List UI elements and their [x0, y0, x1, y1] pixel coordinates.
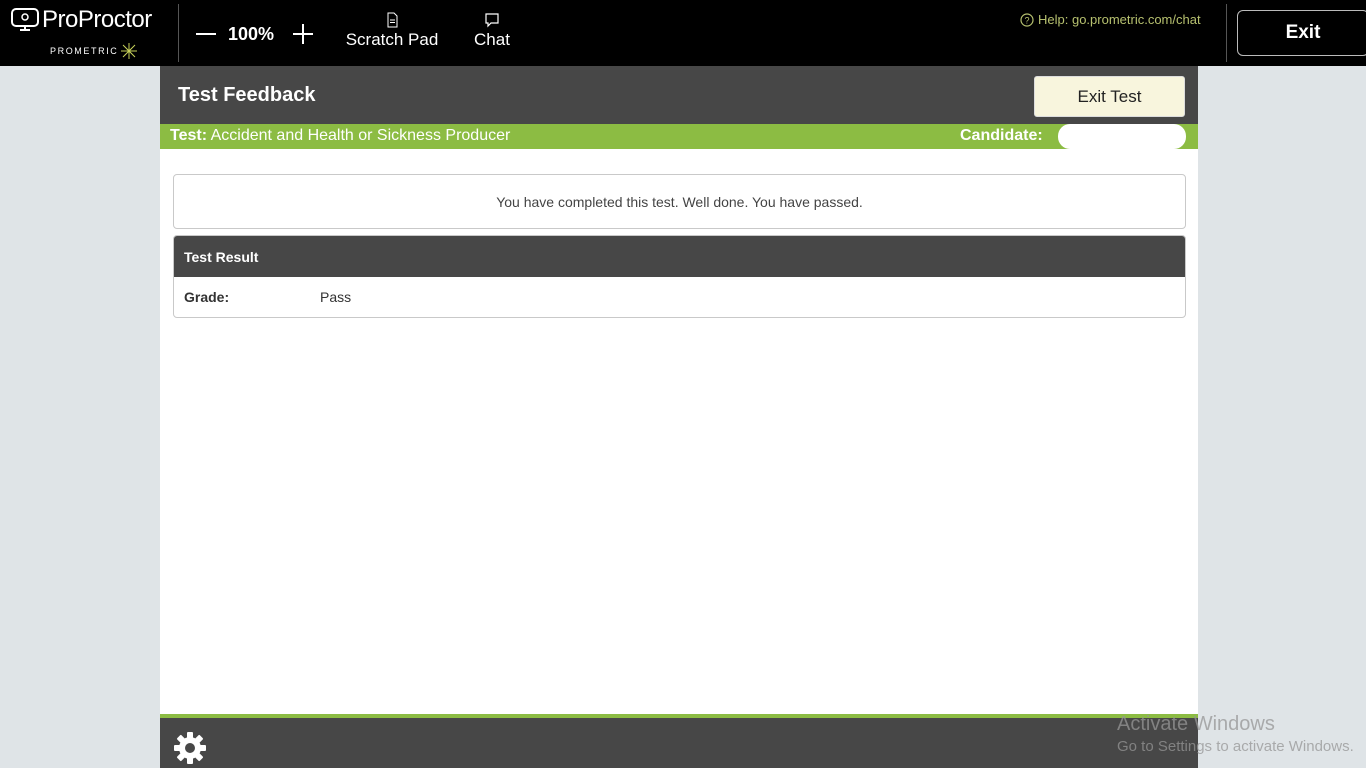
help-link[interactable]: ? Help: go.prometric.com/chat: [1020, 12, 1201, 27]
toolbar-divider: [1226, 4, 1227, 62]
chat-bubble-icon: [485, 13, 499, 28]
chat-button[interactable]: Chat: [466, 12, 518, 50]
panel-footer: [160, 714, 1198, 768]
test-label: Test:: [170, 127, 208, 144]
proproctor-logo: ProProctor™ PROMETRIC: [0, 0, 176, 66]
grade-label: Grade:: [184, 289, 230, 305]
help-text: Help: go.prometric.com/chat: [1038, 12, 1201, 27]
test-info-bar: Test: Accident and Health or Sickness Pr…: [160, 124, 1198, 149]
exit-button[interactable]: Exit: [1237, 10, 1366, 56]
top-toolbar: ProProctor™ PROMETRIC 100% S: [0, 0, 1366, 66]
zoom-level: 100%: [228, 24, 275, 44]
zoom-in-button[interactable]: [291, 22, 315, 46]
test-result-table: Test Result Grade: Pass: [173, 235, 1186, 318]
panel-header: Test Feedback Exit Test: [160, 66, 1198, 124]
grade-value: Pass: [320, 289, 352, 305]
exit-test-button[interactable]: Exit Test: [1034, 76, 1185, 117]
svg-text:?: ?: [1024, 15, 1029, 25]
completion-message: You have completed this test. Well done.…: [173, 174, 1186, 229]
help-icon: ?: [1020, 12, 1034, 27]
candidate-name-redacted: [1058, 124, 1186, 149]
gear-icon[interactable]: [172, 730, 208, 766]
watermark-subtitle: Go to Settings to activate Windows.: [1117, 738, 1354, 755]
prometric-star-icon: [121, 43, 138, 59]
brand-sub: PROMETRIC: [50, 46, 119, 56]
candidate-label: Candidate:: [960, 127, 1043, 144]
toolbar-divider: [178, 4, 179, 62]
activate-windows-watermark: Activate Windows Go to Settings to activ…: [1117, 713, 1354, 755]
monitor-icon: [11, 8, 39, 31]
test-name: Accident and Health or Sickness Producer: [210, 127, 511, 144]
watermark-title: Activate Windows: [1117, 713, 1275, 735]
document-icon: [387, 12, 398, 28]
test-info: Test: Accident and Health or Sickness Pr…: [170, 127, 510, 145]
zoom-out-button[interactable]: [194, 22, 218, 46]
test-result-heading: Test Result: [174, 236, 1185, 277]
page-title: Test Feedback: [178, 84, 316, 106]
grade-row: Grade: Pass: [174, 277, 1185, 317]
test-feedback-panel: Test Feedback Exit Test Test: Accident a…: [160, 66, 1198, 768]
scratch-pad-button[interactable]: Scratch Pad: [340, 12, 444, 50]
chat-label: Chat: [474, 30, 510, 49]
scratch-pad-label: Scratch Pad: [345, 30, 439, 49]
brand-name: ProProctor™: [42, 0, 159, 33]
